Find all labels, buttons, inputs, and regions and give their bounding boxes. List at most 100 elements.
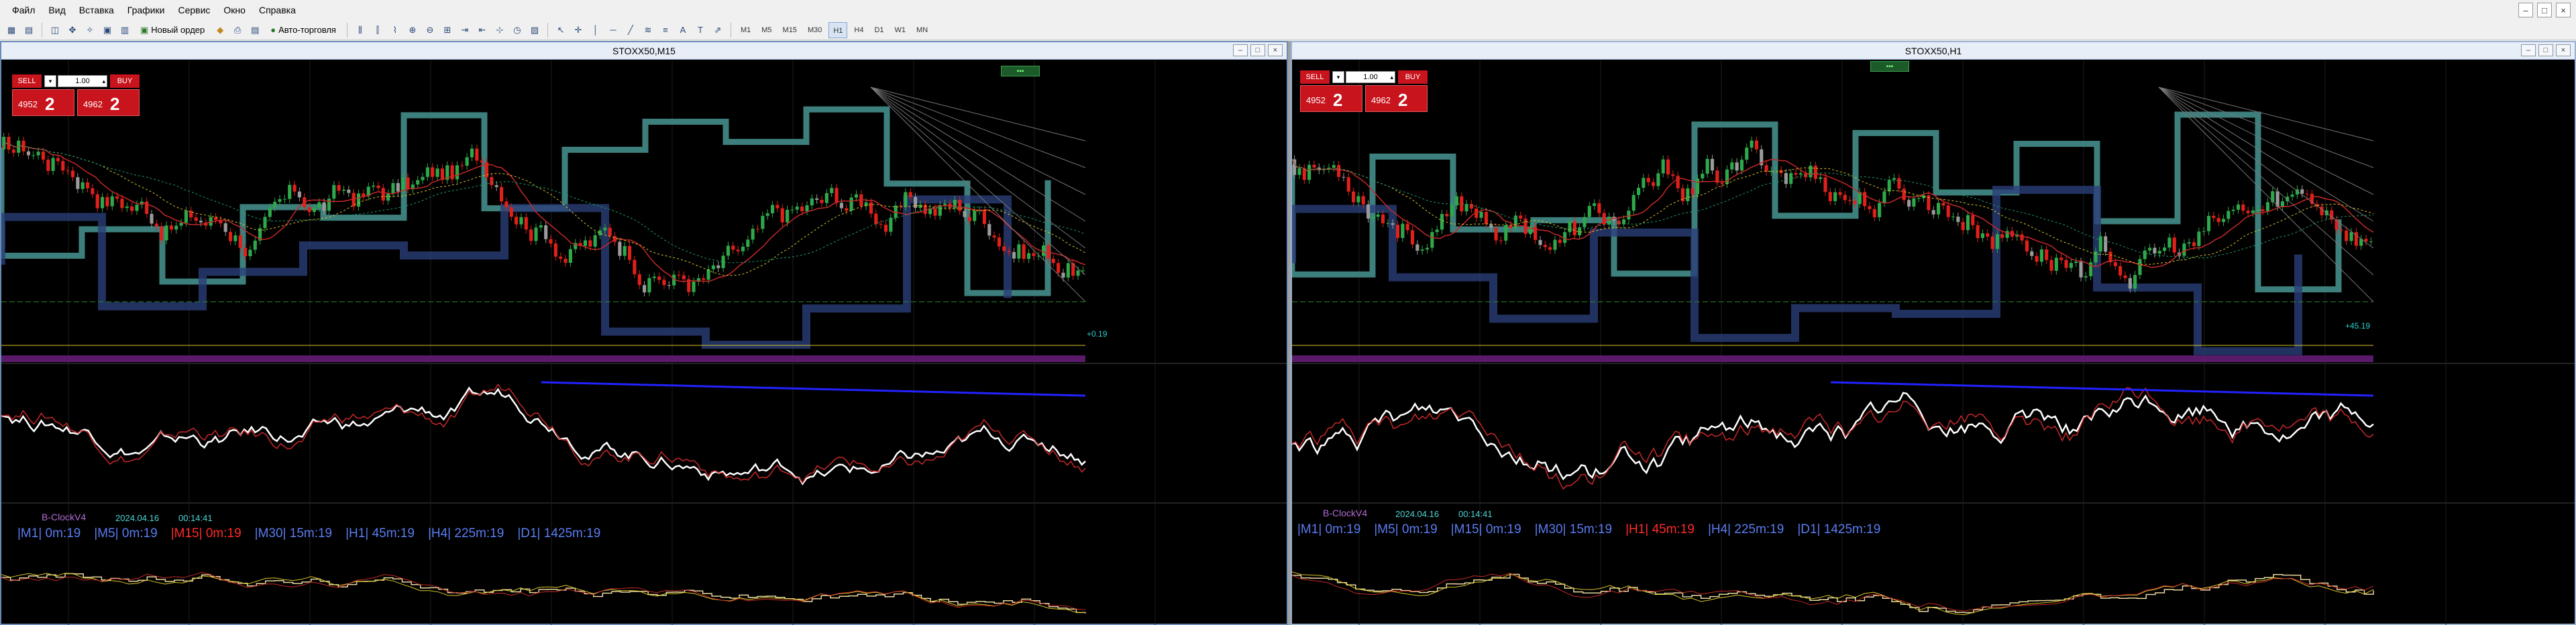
buy-price-button[interactable]: 4962 2 [1365, 85, 1428, 112]
candle-body [253, 240, 257, 250]
sell-price-button[interactable]: 4952 2 [1300, 85, 1362, 112]
sell-price-button[interactable]: 4952 2 [12, 89, 74, 116]
buy-button[interactable]: BUY [1398, 70, 1428, 84]
candle-body [1701, 174, 1705, 179]
text-icon[interactable]: A [676, 23, 690, 38]
menu-charts[interactable]: Графики [121, 0, 172, 20]
sell-price-main: 4952 [1306, 95, 1326, 105]
arrows-icon[interactable]: ⇗ [710, 23, 725, 38]
crosshair-icon[interactable]: ✛ [571, 23, 586, 38]
close-button[interactable]: × [2556, 3, 2571, 17]
chart-maximize-button[interactable]: □ [2538, 44, 2553, 56]
navigator-icon[interactable]: ✧ [83, 23, 97, 38]
menu-file[interactable]: Файл [5, 0, 42, 20]
vertical-line-icon[interactable]: │ [588, 23, 603, 38]
menu-tools[interactable]: Сервис [171, 0, 217, 20]
minimize-button[interactable]: – [2518, 3, 2533, 17]
trendline-icon[interactable]: ╱ [623, 23, 638, 38]
candle-body [1676, 176, 1680, 188]
terminal-icon[interactable]: ▣ [100, 23, 115, 38]
horizontal-line-icon[interactable]: ─ [606, 23, 621, 38]
tile-windows-icon[interactable]: ⊞ [440, 23, 455, 38]
chart-window-h1[interactable]: STOXX50,H1 – □ × SELL ▾ 1.00 ▴ BUY 4952 … [1291, 41, 2576, 625]
new-order-button[interactable]: ▣ Новый ордер [135, 22, 210, 38]
candle-body [869, 202, 873, 214]
lot-dropdown-button[interactable]: ▾ [44, 75, 56, 87]
candle-body [515, 217, 519, 225]
candle-body [1661, 159, 1665, 174]
chart-maximize-button[interactable]: □ [1250, 44, 1265, 56]
auto-trading-button[interactable]: ● Авто-торговля [265, 22, 341, 38]
print-icon[interactable]: ⎙ [230, 23, 245, 38]
line-chart-icon[interactable]: ⌇ [388, 23, 402, 38]
timeframe-m1[interactable]: M1 [737, 22, 755, 38]
candle-body [627, 245, 632, 260]
chart-window-m15[interactable]: STOXX50,M15 – □ × SELL ▾ 1.00 ▴ BUY 4952… [0, 41, 1288, 625]
candle-body [830, 188, 834, 193]
menu-insert[interactable]: Вставка [72, 0, 121, 20]
sell-button[interactable]: SELL [12, 74, 42, 88]
candle-body [2187, 242, 2191, 244]
chart-close-button[interactable]: × [1268, 44, 1283, 56]
candle-body [1371, 217, 1375, 219]
candle-body [1627, 211, 1631, 220]
lot-spinner-icon[interactable]: ▴ [1390, 72, 1393, 82]
buy-price-button[interactable]: 4962 2 [77, 89, 140, 116]
lot-size-input[interactable]: 1.00 ▴ [1346, 71, 1395, 83]
profiles-icon[interactable]: ▤ [21, 23, 36, 38]
candle-body [943, 203, 947, 205]
label-icon[interactable]: T [693, 23, 708, 38]
candle-body [1450, 205, 1454, 217]
timeframe-h1[interactable]: H1 [828, 21, 848, 38]
chart-close-button[interactable]: × [2556, 44, 2571, 56]
timeframe-mn[interactable]: MN [912, 22, 932, 38]
bar-chart-icon[interactable]: ⫼ [353, 23, 368, 38]
sell-button[interactable]: SELL [1300, 70, 1330, 84]
candle-body [529, 229, 533, 241]
data-window-icon[interactable]: ✥ [65, 23, 80, 38]
candle-body [706, 269, 710, 280]
support-band [1292, 111, 2342, 293]
timeframe-w1[interactable]: W1 [891, 22, 910, 38]
fibonacci-icon[interactable]: ≡ [658, 23, 673, 38]
timeframe-m15[interactable]: M15 [779, 22, 801, 38]
lot-spinner-icon[interactable]: ▴ [102, 76, 105, 87]
autoscroll-icon[interactable]: ⇤ [475, 23, 490, 38]
menu-window[interactable]: Окно [217, 0, 252, 20]
chart-minimize-button[interactable]: – [2521, 44, 2536, 56]
new-chart-icon[interactable]: ▦ [4, 23, 19, 38]
candle-body [1297, 168, 1301, 175]
price-chart[interactable] [1292, 60, 2575, 625]
chart-minimize-button[interactable]: – [1233, 44, 1248, 56]
candle-body [854, 194, 859, 198]
menu-view[interactable]: Вид [42, 0, 72, 20]
zoom-out-icon[interactable]: ⊖ [423, 23, 437, 38]
lot-size-input[interactable]: 1.00 ▴ [58, 75, 107, 87]
periods-icon[interactable]: ◷ [510, 23, 525, 38]
indicators-icon[interactable]: ⊹ [492, 23, 507, 38]
strategy-tester-icon[interactable]: ▥ [117, 23, 132, 38]
clock-m1: |M1| 0m:19 [1297, 522, 1361, 536]
timeframe-m5[interactable]: M5 [757, 22, 775, 38]
timeframe-m30[interactable]: M30 [804, 22, 826, 38]
candle-body [1361, 196, 1365, 205]
candle-body [1312, 164, 1316, 168]
buy-button[interactable]: BUY [110, 74, 140, 88]
zoom-in-icon[interactable]: ⊕ [405, 23, 420, 38]
channel-icon[interactable]: ≋ [641, 23, 655, 38]
candle-body [1754, 140, 1758, 150]
timeframe-d1[interactable]: D1 [870, 22, 888, 38]
timeframe-h4[interactable]: H4 [850, 22, 867, 38]
restore-button[interactable]: □ [2537, 3, 2552, 17]
candle-body [1425, 247, 1430, 250]
options-icon[interactable]: ▤ [248, 23, 262, 38]
meta-editor-icon[interactable]: ◆ [213, 23, 227, 38]
templates-icon[interactable]: ▨ [527, 23, 542, 38]
candlestick-icon[interactable]: ⫿ [370, 23, 385, 38]
market-watch-icon[interactable]: ◫ [48, 23, 62, 38]
chart-shift-icon[interactable]: ⇥ [458, 23, 472, 38]
lot-dropdown-button[interactable]: ▾ [1332, 71, 1344, 83]
cursor-icon[interactable]: ↖ [553, 23, 568, 38]
candle-body [2098, 236, 2102, 251]
menu-help[interactable]: Справка [252, 0, 303, 20]
